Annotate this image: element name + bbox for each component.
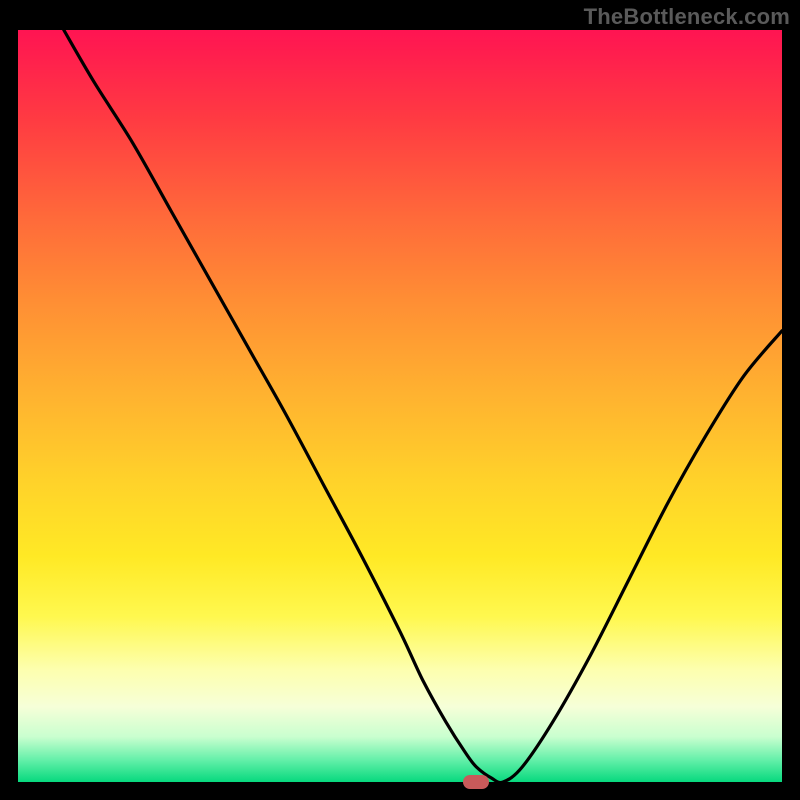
bottleneck-curve — [18, 30, 782, 782]
chart-frame: TheBottleneck.com — [0, 0, 800, 800]
min-marker — [463, 775, 489, 789]
watermark-text: TheBottleneck.com — [584, 4, 790, 30]
plot-area — [18, 30, 782, 782]
curve-path — [64, 30, 782, 782]
